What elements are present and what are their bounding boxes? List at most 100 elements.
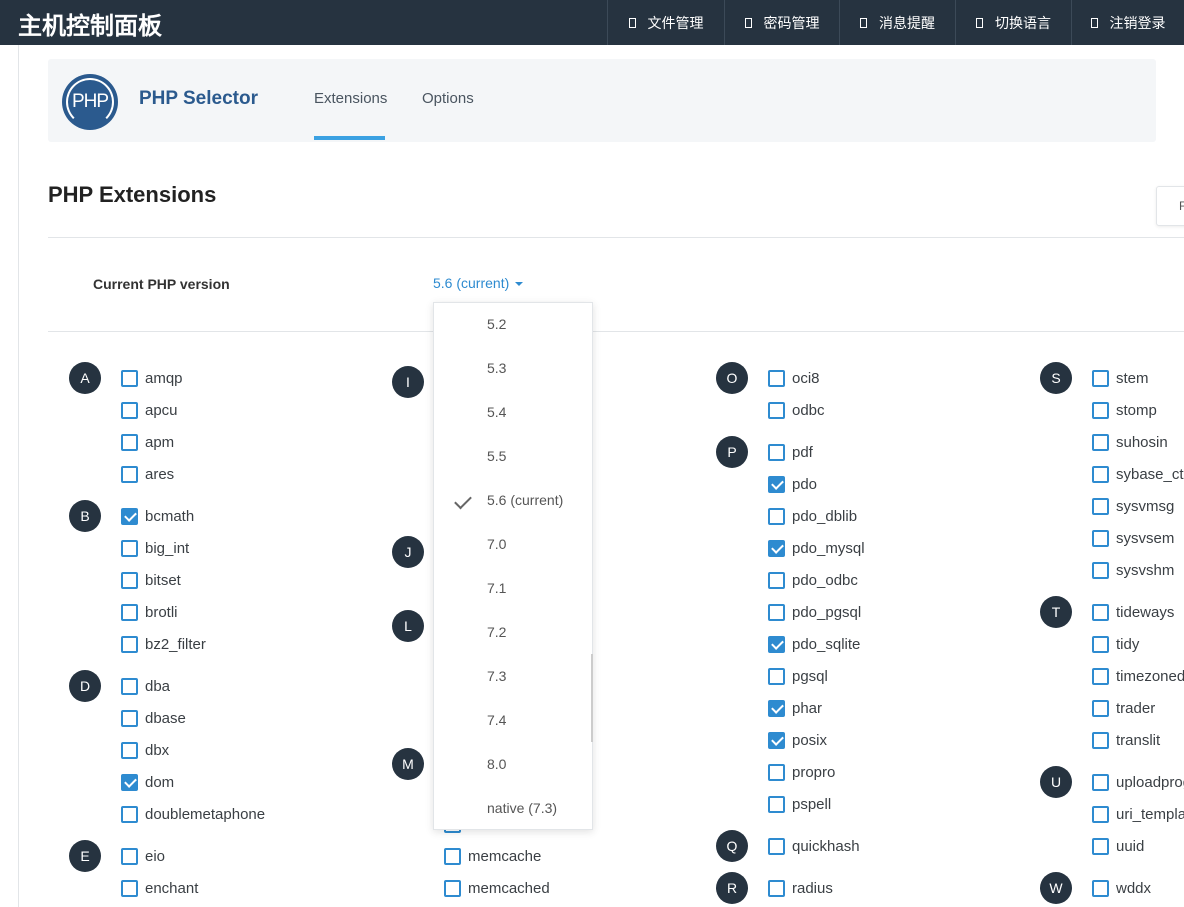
extension-checkbox[interactable]: [768, 635, 785, 653]
extension-checkbox[interactable]: [121, 401, 138, 419]
version-option[interactable]: 7.4: [434, 699, 592, 743]
extension-item[interactable]: suhosin: [1092, 432, 1168, 452]
extension-item[interactable]: bcmath: [121, 506, 194, 526]
extension-checkbox[interactable]: [1092, 369, 1109, 387]
extension-checkbox[interactable]: [121, 879, 138, 897]
extension-item[interactable]: brotli: [121, 602, 178, 622]
version-select[interactable]: 5.6 (current): [433, 275, 524, 291]
extension-checkbox[interactable]: [1092, 773, 1109, 791]
extension-item[interactable]: pdo_dblib: [768, 506, 857, 526]
extension-item[interactable]: bz2_filter: [121, 634, 206, 654]
extension-item[interactable]: sysvshm: [1092, 560, 1174, 580]
extension-checkbox[interactable]: [121, 847, 138, 865]
extension-item[interactable]: odbc: [768, 400, 825, 420]
extension-item[interactable]: uri_template: [1092, 804, 1184, 824]
extension-item[interactable]: sysvmsg: [1092, 496, 1174, 516]
extension-checkbox[interactable]: [1092, 529, 1109, 547]
extension-checkbox[interactable]: [121, 433, 138, 451]
extension-item[interactable]: ares: [121, 464, 174, 484]
extension-item[interactable]: bitset: [121, 570, 181, 590]
extension-checkbox[interactable]: [121, 709, 138, 727]
version-option[interactable]: native (7.3): [434, 787, 592, 831]
extension-checkbox[interactable]: [121, 635, 138, 653]
extension-item[interactable]: memcached: [444, 878, 550, 898]
extension-checkbox[interactable]: [768, 539, 785, 557]
extension-item[interactable]: quickhash: [768, 836, 860, 856]
extension-checkbox[interactable]: [768, 731, 785, 749]
extension-checkbox[interactable]: [121, 369, 138, 387]
extension-checkbox[interactable]: [1092, 433, 1109, 451]
extension-checkbox[interactable]: [1092, 561, 1109, 579]
extension-checkbox[interactable]: [121, 603, 138, 621]
extension-checkbox[interactable]: [768, 763, 785, 781]
extension-checkbox[interactable]: [768, 369, 785, 387]
extension-checkbox[interactable]: [768, 507, 785, 525]
extension-item[interactable]: pdo: [768, 474, 817, 494]
extension-checkbox[interactable]: [1092, 401, 1109, 419]
extension-checkbox[interactable]: [121, 773, 138, 791]
extension-checkbox[interactable]: [121, 741, 138, 759]
extension-checkbox[interactable]: [121, 465, 138, 483]
extension-item[interactable]: dbase: [121, 708, 186, 728]
extension-item[interactable]: posix: [768, 730, 827, 750]
extension-item[interactable]: uploadprogress: [1092, 772, 1184, 792]
extension-item[interactable]: dba: [121, 676, 170, 696]
version-option[interactable]: 8.0: [434, 743, 592, 787]
extension-item[interactable]: pdf: [768, 442, 813, 462]
extension-item[interactable]: memcache: [444, 846, 541, 866]
extension-item[interactable]: dbx: [121, 740, 169, 760]
version-option[interactable]: 7.0: [434, 523, 592, 567]
extension-checkbox[interactable]: [768, 475, 785, 493]
extension-checkbox[interactable]: [1092, 635, 1109, 653]
extension-checkbox[interactable]: [768, 879, 785, 897]
extension-item[interactable]: pdo_pgsql: [768, 602, 861, 622]
extension-checkbox[interactable]: [121, 539, 138, 557]
extension-checkbox[interactable]: [768, 603, 785, 621]
extension-item[interactable]: pdo_odbc: [768, 570, 858, 590]
extension-checkbox[interactable]: [768, 401, 785, 419]
extension-item[interactable]: wddx: [1092, 878, 1151, 898]
version-option[interactable]: 7.3: [434, 655, 592, 699]
extension-checkbox[interactable]: [768, 667, 785, 685]
extension-item[interactable]: timezonedb: [1092, 666, 1184, 686]
top-nav-item[interactable]: 消息提醒: [839, 0, 955, 45]
extension-checkbox[interactable]: [1092, 465, 1109, 483]
version-option[interactable]: 5.3: [434, 347, 592, 391]
extension-item[interactable]: apm: [121, 432, 174, 452]
extension-item[interactable]: translit: [1092, 730, 1160, 750]
extension-item[interactable]: uuid: [1092, 836, 1144, 856]
extension-checkbox[interactable]: [768, 571, 785, 589]
extension-item[interactable]: radius: [768, 878, 833, 898]
extension-item[interactable]: trader: [1092, 698, 1155, 718]
version-option[interactable]: 5.5: [434, 435, 592, 479]
extension-checkbox[interactable]: [768, 795, 785, 813]
extension-checkbox[interactable]: [768, 699, 785, 717]
extension-checkbox[interactable]: [1092, 805, 1109, 823]
extension-item[interactable]: amqp: [121, 368, 183, 388]
extension-item[interactable]: sysvsem: [1092, 528, 1174, 548]
version-option[interactable]: 5.6 (current): [434, 479, 592, 523]
extension-item[interactable]: stem: [1092, 368, 1149, 388]
extension-item[interactable]: pgsql: [768, 666, 828, 686]
extension-checkbox[interactable]: [1092, 837, 1109, 855]
extension-item[interactable]: sybase_ct: [1092, 464, 1184, 484]
extension-checkbox[interactable]: [1092, 699, 1109, 717]
extension-item[interactable]: pspell: [768, 794, 831, 814]
extension-item[interactable]: dom: [121, 772, 174, 792]
extension-item[interactable]: apcu: [121, 400, 178, 420]
side-button[interactable]: F: [1156, 186, 1184, 226]
extension-checkbox[interactable]: [444, 879, 461, 897]
extension-checkbox[interactable]: [1092, 497, 1109, 515]
extension-checkbox[interactable]: [121, 677, 138, 695]
tab-extensions[interactable]: Extensions: [314, 90, 387, 107]
top-nav-item[interactable]: 密码管理: [724, 0, 839, 45]
tab-options[interactable]: Options: [422, 90, 474, 107]
version-option[interactable]: 5.4: [434, 391, 592, 435]
top-nav-item[interactable]: 注销登录: [1071, 0, 1184, 45]
extension-item[interactable]: enchant: [121, 878, 198, 898]
extension-item[interactable]: tidy: [1092, 634, 1139, 654]
top-nav-item[interactable]: 文件管理: [607, 0, 724, 45]
extension-checkbox[interactable]: [1092, 667, 1109, 685]
version-option[interactable]: 7.1: [434, 567, 592, 611]
extension-item[interactable]: tideways: [1092, 602, 1174, 622]
